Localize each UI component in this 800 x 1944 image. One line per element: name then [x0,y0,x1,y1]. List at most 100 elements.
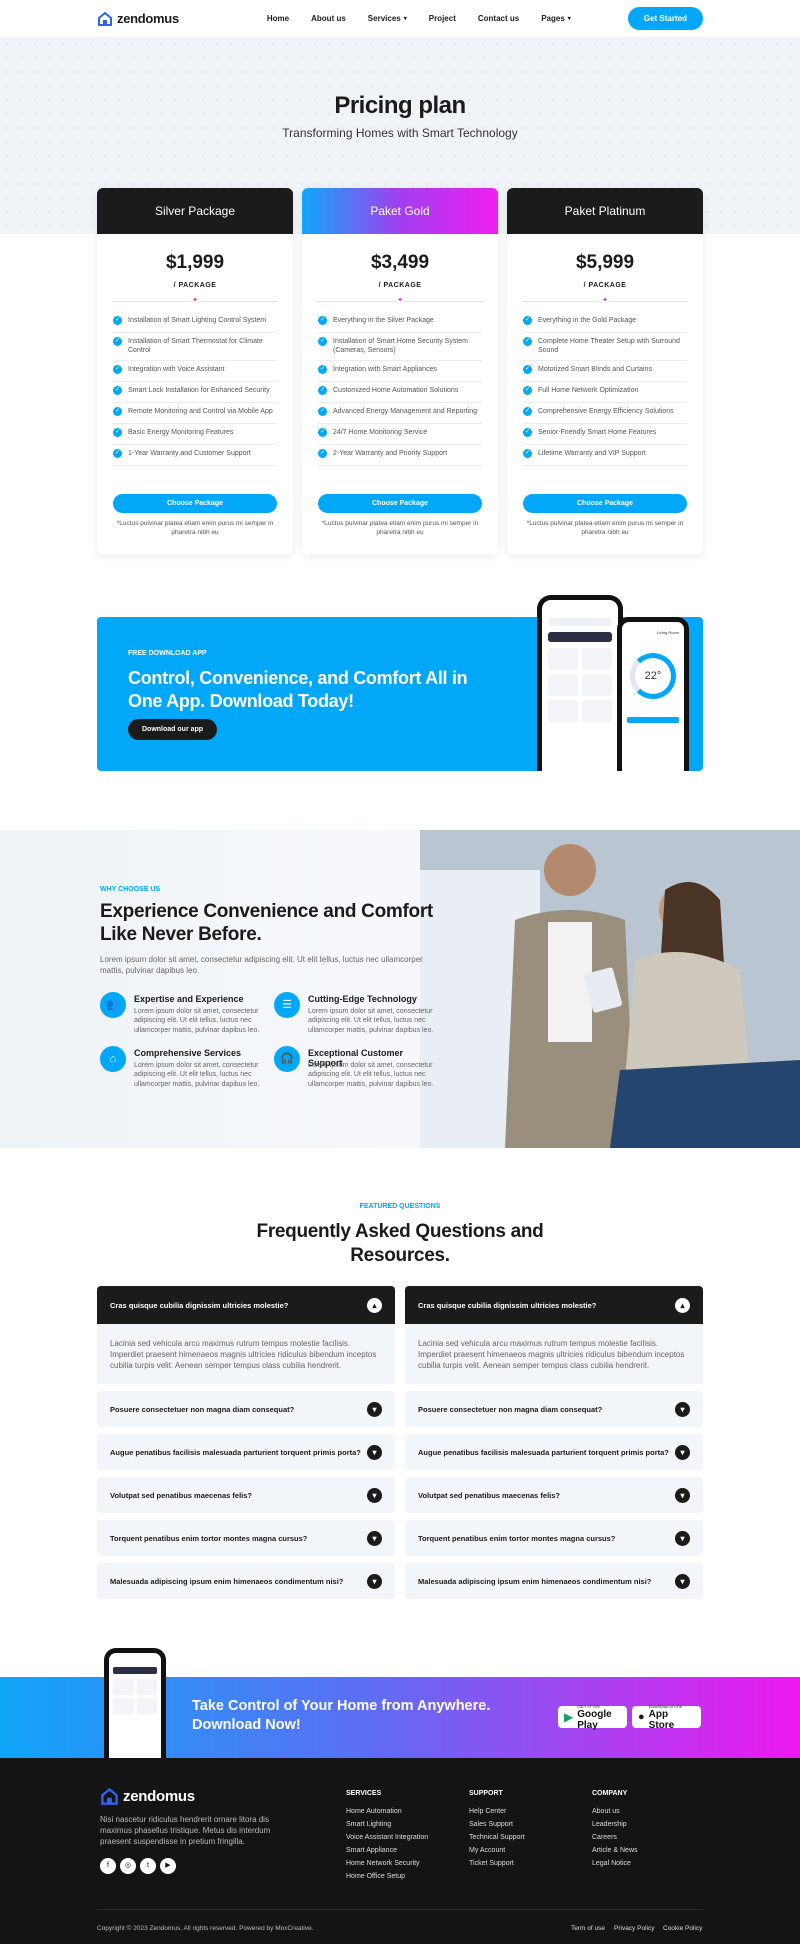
footer-services-title: SERVICES [346,1790,382,1797]
nav-pages[interactable]: Pages ▾ [541,14,571,23]
feature-item: ✓ Smart Lock Installation for Enhanced Se… [113,382,277,404]
footer-logo[interactable]: zendomus [100,1787,195,1806]
feature-item: ✓ Installation of Smart Lighting Control … [113,312,277,333]
badge-big-text: App Store [648,1708,675,1731]
footer-legal-link[interactable]: Cookie Policy [663,1925,702,1932]
sparkle-icon: ✦ [191,297,199,305]
faq-question-text: Volutpat sed penatibus maecenas felis? [110,1490,252,1500]
faq-question[interactable]: Augue penatibus facilisis malesuada part… [405,1434,703,1470]
feature-item: ✓ Installation of Smart Thermostat for Cl… [113,333,277,362]
photo-illustration [420,830,800,1148]
footer-link[interactable]: Home Network Security [346,1860,420,1867]
footer-link[interactable]: Article & News [592,1847,638,1854]
footer-link[interactable]: Sales Support [469,1821,513,1828]
room-tile [548,700,578,722]
nav-pages-label: Pages [541,14,565,23]
footer-link[interactable]: Legal Notice [592,1860,631,1867]
faq-question[interactable]: Posuere consectetuer non magna diam cons… [97,1391,395,1427]
phone-mockup-back: Living Room 22° [617,617,689,771]
faq-question-open[interactable]: Cras quisque cubilia dignissim ultricies… [405,1286,703,1324]
footer-link[interactable]: Technical Support [469,1834,525,1841]
phone-mockup-front [537,595,623,771]
google-play-badge[interactable]: ▶ GET IT ON Google Play [558,1704,627,1731]
why-heading: Experience Convenience and Comfort Like … [100,901,433,945]
footer-link[interactable]: Smart Lighting [346,1821,391,1828]
twitter-icon[interactable]: t [140,1858,156,1874]
faq-question[interactable]: Augue penatibus facilisis malesuada part… [97,1434,395,1470]
faq-answer: Lacinia sed vehicula arcu maximus rutrum… [405,1324,703,1384]
footer-link[interactable]: About us [592,1808,620,1815]
check-icon: ✓ [318,365,327,375]
feature-list: ✓ Everything in the Silver Package ✓ Insta… [318,312,482,467]
why-kicker: WHY CHOOSE US [100,886,161,893]
feature-text: Smart Lock Installation for Enhanced Sec… [128,387,270,395]
footer-legal-link[interactable]: Term of use [571,1925,605,1932]
faq-question[interactable]: Malesuada adipiscing ipsum enim himenaeo… [97,1563,395,1599]
footer-link[interactable]: My Account [469,1847,505,1854]
footer-link[interactable]: Help Center [469,1808,506,1815]
nav-home[interactable]: Home [267,14,289,23]
footer-link[interactable]: Smart Appliance [346,1847,397,1854]
app-store-badge[interactable]: ● Download on the App Store [632,1704,701,1731]
card-title: Paket Platinum [507,188,703,234]
feature-item: ✓ 1-Year Warranty and Customer Support [113,445,277,467]
faq-question-open[interactable]: Cras quisque cubilia dignissim ultricies… [97,1286,395,1324]
why-item-title: Comprehensive Services [134,1048,242,1058]
phone-room-grid [548,648,612,722]
users-icon: 👥 [100,992,126,1018]
faq-question[interactable]: Malesuada adipiscing ipsum enim himenaeo… [405,1563,703,1599]
room-tile [582,648,612,670]
footer-link[interactable]: Home Automation [346,1808,402,1815]
footer-link[interactable]: Leadership [592,1821,627,1828]
choose-package-button[interactable]: Choose Package [523,494,687,513]
get-started-button[interactable]: Get Started [627,7,703,30]
feature-text: Remote Monitoring and Control via Mobile… [128,408,273,416]
nav-about[interactable]: About us [311,14,346,23]
check-icon: ✓ [113,365,122,375]
phone-slider [627,717,679,723]
phone-room-grid [113,1679,157,1714]
feature-text: Full Home Network Optimization [538,387,639,395]
footer-link[interactable]: Voice Assistant Integration [346,1834,428,1841]
feature-text: Motorized Smart Blinds and Curtains [538,366,652,374]
room-tile [548,674,578,696]
chevron-up-icon: ▴ [367,1297,382,1313]
feature-text: Everything in the Gold Package [538,317,637,324]
footer-legal-link[interactable]: Privacy Policy [614,1925,654,1932]
choose-package-button[interactable]: Choose Package [113,494,277,513]
logo[interactable]: zendomus [97,11,179,27]
faq-question[interactable]: Torquent penatibus enim tortor montes ma… [97,1520,395,1556]
faq-question-text: Posuere consectetuer non magna diam cons… [418,1404,603,1414]
cta-heading: Take Control of Your Home from Anywhere.… [192,1698,491,1733]
room-tile [113,1698,134,1714]
nav-services[interactable]: Services ▾ [368,14,407,23]
choose-package-button[interactable]: Choose Package [318,494,482,513]
check-icon: ✓ [113,407,122,417]
nav-project[interactable]: Project [429,14,456,23]
card-period: / PACKAGE [173,282,217,289]
footer-link[interactable]: Home Office Setup [346,1873,405,1880]
apple-icon: ● [638,1711,645,1723]
instagram-icon[interactable]: ◎ [120,1858,136,1874]
faq-question[interactable]: Volutpat sed penatibus maecenas felis? ▾ [405,1477,703,1513]
faq-question[interactable]: Posuere consectetuer non magna diam cons… [405,1391,703,1427]
faq-question[interactable]: Torquent penatibus enim tortor montes ma… [405,1520,703,1556]
house-logo-icon [98,11,112,26]
feature-item: ✓ Advanced Energy Management and Reportin… [318,403,482,425]
faq-question[interactable]: Volutpat sed penatibus maecenas felis? ▾ [97,1477,395,1513]
feature-text: 24/7 Home Monitoring Service [333,429,428,437]
youtube-icon[interactable]: ▶ [160,1858,176,1874]
pricing-card-platinum: Paket Platinum $5,999 / PACKAGE ✦ ✓ Every… [507,188,703,555]
feature-text: Installation of Smart Thermostat for Cli… [128,338,263,355]
faq-question-text: Posuere consectetuer non magna diam cons… [110,1404,295,1414]
chevron-down-icon: ▾ [567,16,571,22]
feature-text: Basic Energy Monitoring Features [128,429,234,437]
check-icon: ✓ [523,316,532,325]
download-app-button[interactable]: Download our app [128,719,218,740]
footer-link[interactable]: Ticket Support [469,1860,514,1867]
nav-contact[interactable]: Contact us [478,14,519,23]
facebook-icon[interactable]: f [100,1858,116,1874]
card-title: Silver Package [97,188,293,234]
footer-link[interactable]: Careers [592,1834,617,1841]
why-text: Lorem ipsum dolor sit amet, consectetur … [100,955,423,976]
